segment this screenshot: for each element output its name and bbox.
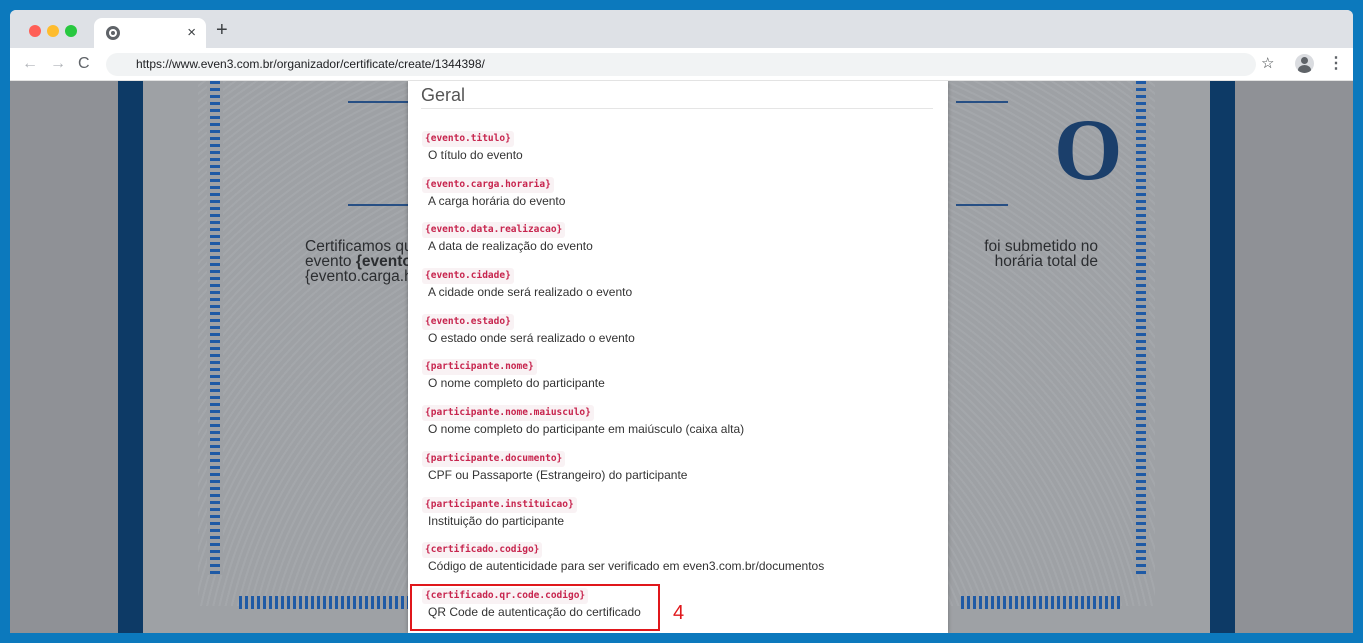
new-tab-button[interactable]: + <box>216 20 228 40</box>
back-button[interactable]: ← <box>22 54 38 74</box>
variable-item: {certificado.codigo} Código de autenticid… <box>422 539 922 585</box>
bottom-left-chain-ornament <box>239 596 427 609</box>
modal-heading: Geral <box>421 85 466 105</box>
variable-description: O nome completo do participante em maiús… <box>428 422 745 437</box>
avatar-head <box>1301 57 1308 64</box>
url-text[interactable]: https://www.even3.com.br/organizador/cer… <box>136 57 485 71</box>
variable-item: {evento.titulo} O título do evento <box>422 128 922 174</box>
variable-code[interactable]: {evento.titulo} <box>422 131 514 147</box>
variable-code[interactable]: {participante.instituicao} <box>422 496 577 513</box>
browser-tab[interactable]: × <box>94 18 206 48</box>
browser-toolbar: ← → C https://www.even3.com.br/organizad… <box>10 48 1353 81</box>
variable-description: Código de autenticidade para ser verific… <box>428 559 825 574</box>
right-chain-ornament <box>1133 81 1149 575</box>
variable-description: O estado onde será realizado o evento <box>428 330 635 345</box>
browser-window: × + ← → C https://www.even3.com.br/organ… <box>10 10 1353 633</box>
certificate-text-line1-left: Certificamos que <box>305 238 422 255</box>
modal-divider <box>421 108 933 109</box>
variable-description: A carga horária do evento <box>428 193 566 208</box>
variable-item: {evento.estado} O estado onde será realiz… <box>422 311 922 357</box>
minimize-window-button[interactable] <box>47 25 59 37</box>
variable-item: {participante.nome.maiusculo} O nome comp… <box>422 402 922 448</box>
top-right-rule <box>956 101 1008 103</box>
variable-item: {evento.cidade} A cidade onde será realiz… <box>422 265 922 311</box>
forward-button[interactable]: → <box>50 54 66 74</box>
variable-code[interactable]: {certificado.codigo} <box>422 542 543 559</box>
chrome-favicon-icon <box>106 26 120 40</box>
variable-description: Instituição do participante <box>428 513 565 528</box>
variables-modal: Geral {evento.titulo} O título do evento{… <box>408 81 948 633</box>
address-bar[interactable]: https://www.even3.com.br/organizador/cer… <box>106 53 1256 76</box>
variable-item: {evento.carga.horaria} A carga horária do… <box>422 174 922 220</box>
step-number-label: 4 <box>673 602 685 624</box>
tab-strip: × + <box>10 10 1353 48</box>
left-chain-ornament <box>207 81 223 575</box>
bookmark-star-icon[interactable]: ☆ <box>1261 54 1274 74</box>
variable-code[interactable]: {participante.nome} <box>422 359 537 376</box>
variable-description: O título do evento <box>428 148 523 162</box>
certificate-text-line2-left: evento {evento. <box>305 254 416 270</box>
reload-button[interactable]: C <box>78 54 90 74</box>
variable-code[interactable]: {participante.nome.maiusculo} <box>422 405 594 422</box>
variable-description: O nome completo do participante <box>428 376 605 391</box>
variable-code[interactable]: {evento.cidade} <box>422 268 514 285</box>
variable-item: {participante.documento} CPF ou Passaport… <box>422 448 922 494</box>
variable-item: {evento.data.realizacao} A data de realiz… <box>422 219 922 265</box>
avatar-body <box>1298 65 1311 73</box>
close-window-button[interactable] <box>29 25 41 37</box>
page-viewport: O Certificamos que foi submetido no even… <box>10 81 1353 633</box>
variables-list: {evento.titulo} O título do evento {evento… <box>422 128 922 631</box>
bottom-right-rule <box>956 204 1008 206</box>
variable-code[interactable]: {evento.carga.horaria} <box>422 176 554 193</box>
certificate-text-line1-right: foi submetido no <box>984 238 1098 255</box>
certificate-text-line2-right: horária total de <box>994 253 1098 270</box>
profile-avatar-icon[interactable] <box>1295 54 1314 73</box>
variable-item: {participante.nome} O nome completo do pa… <box>422 356 922 402</box>
maximize-window-button[interactable] <box>65 25 77 37</box>
highlight-box <box>410 584 660 631</box>
variable-item: {participante.instituicao} Instituição do… <box>422 494 922 540</box>
tab-close-icon[interactable]: × <box>187 23 196 43</box>
variable-code[interactable]: {evento.estado} <box>422 313 514 330</box>
variable-code[interactable]: {participante.documento} <box>422 450 566 467</box>
variable-description: CPF ou Passaporte (Estrangeiro) do parti… <box>428 467 688 482</box>
variable-code[interactable]: {evento.data.realizacao} <box>422 222 566 239</box>
bottom-right-chain-ornament <box>961 596 1121 609</box>
browser-menu-icon[interactable]: ⋮ <box>1328 54 1344 74</box>
certificate-title-letter: O <box>1054 102 1123 199</box>
variable-description: A cidade onde será realizado o evento <box>428 285 633 300</box>
variable-description: A data de realização do evento <box>428 239 593 254</box>
